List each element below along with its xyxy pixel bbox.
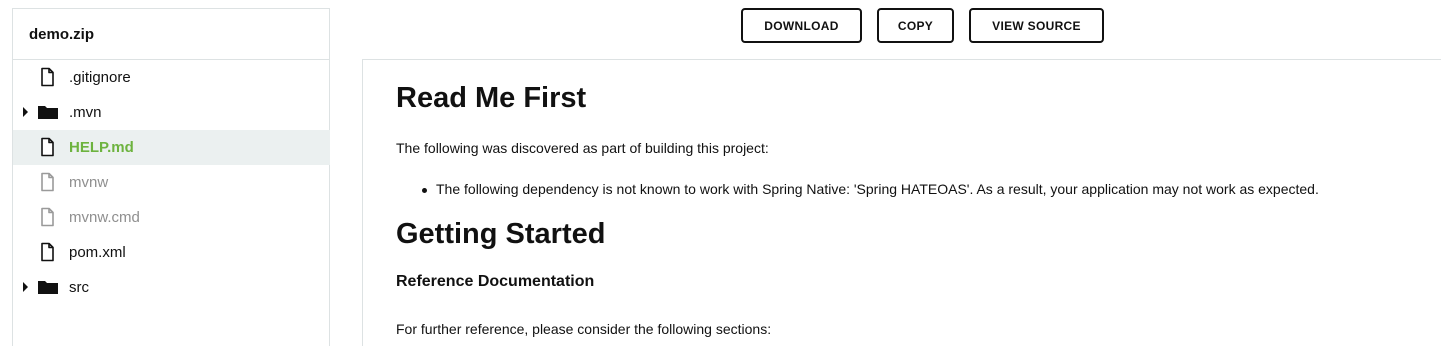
- bullet-marker: [422, 188, 427, 193]
- download-button[interactable]: DOWNLOAD: [741, 8, 862, 43]
- tree-item-mvnw-cmd[interactable]: mvnw.cmd: [13, 200, 330, 235]
- tree-item-label: src: [69, 279, 89, 296]
- tree-item-label: HELP.md: [69, 139, 134, 156]
- tree-item-label: .gitignore: [69, 69, 131, 86]
- tree-item-gitignore[interactable]: .gitignore: [13, 60, 330, 95]
- file-icon: [37, 137, 59, 157]
- caret-right-icon[interactable]: [23, 107, 28, 117]
- tree-item-mvn[interactable]: .mvn: [13, 95, 330, 130]
- file-icon: [37, 207, 59, 227]
- tree-item-help-md[interactable]: HELP.md: [13, 130, 330, 165]
- tree-item-label: mvnw: [69, 174, 109, 191]
- folder-icon: [37, 277, 59, 297]
- intro-paragraph: The following was discovered as part of …: [396, 140, 769, 156]
- file-icon: [37, 172, 59, 192]
- view-source-button[interactable]: VIEW SOURCE: [969, 8, 1104, 43]
- markdown-preview: Read Me First The following was discover…: [362, 59, 1441, 346]
- dependency-warning-item: The following dependency is not known to…: [436, 181, 1319, 197]
- tree-item-mvnw[interactable]: mvnw: [13, 165, 330, 200]
- folder-icon: [37, 102, 59, 122]
- file-tree-panel: demo.zip .gitignore .mvn HELP.md mvnw mv…: [12, 8, 330, 346]
- file-icon: [37, 67, 59, 87]
- tree-item-label: pom.xml: [69, 244, 126, 261]
- tree-item-label: mvnw.cmd: [69, 209, 140, 226]
- tree-item-src[interactable]: src: [13, 270, 330, 305]
- heading-getting-started: Getting Started: [396, 218, 606, 250]
- tree-item-label: .mvn: [69, 104, 102, 121]
- caret-right-icon[interactable]: [23, 282, 28, 292]
- toolbar: DOWNLOAD COPY VIEW SOURCE: [0, 8, 1441, 44]
- copy-button[interactable]: COPY: [877, 8, 954, 43]
- file-icon: [37, 242, 59, 262]
- heading-reference-documentation: Reference Documentation: [396, 273, 595, 290]
- reference-paragraph: For further reference, please consider t…: [396, 321, 772, 337]
- heading-read-me-first: Read Me First: [396, 82, 587, 114]
- tree-item-pom-xml[interactable]: pom.xml: [13, 235, 330, 270]
